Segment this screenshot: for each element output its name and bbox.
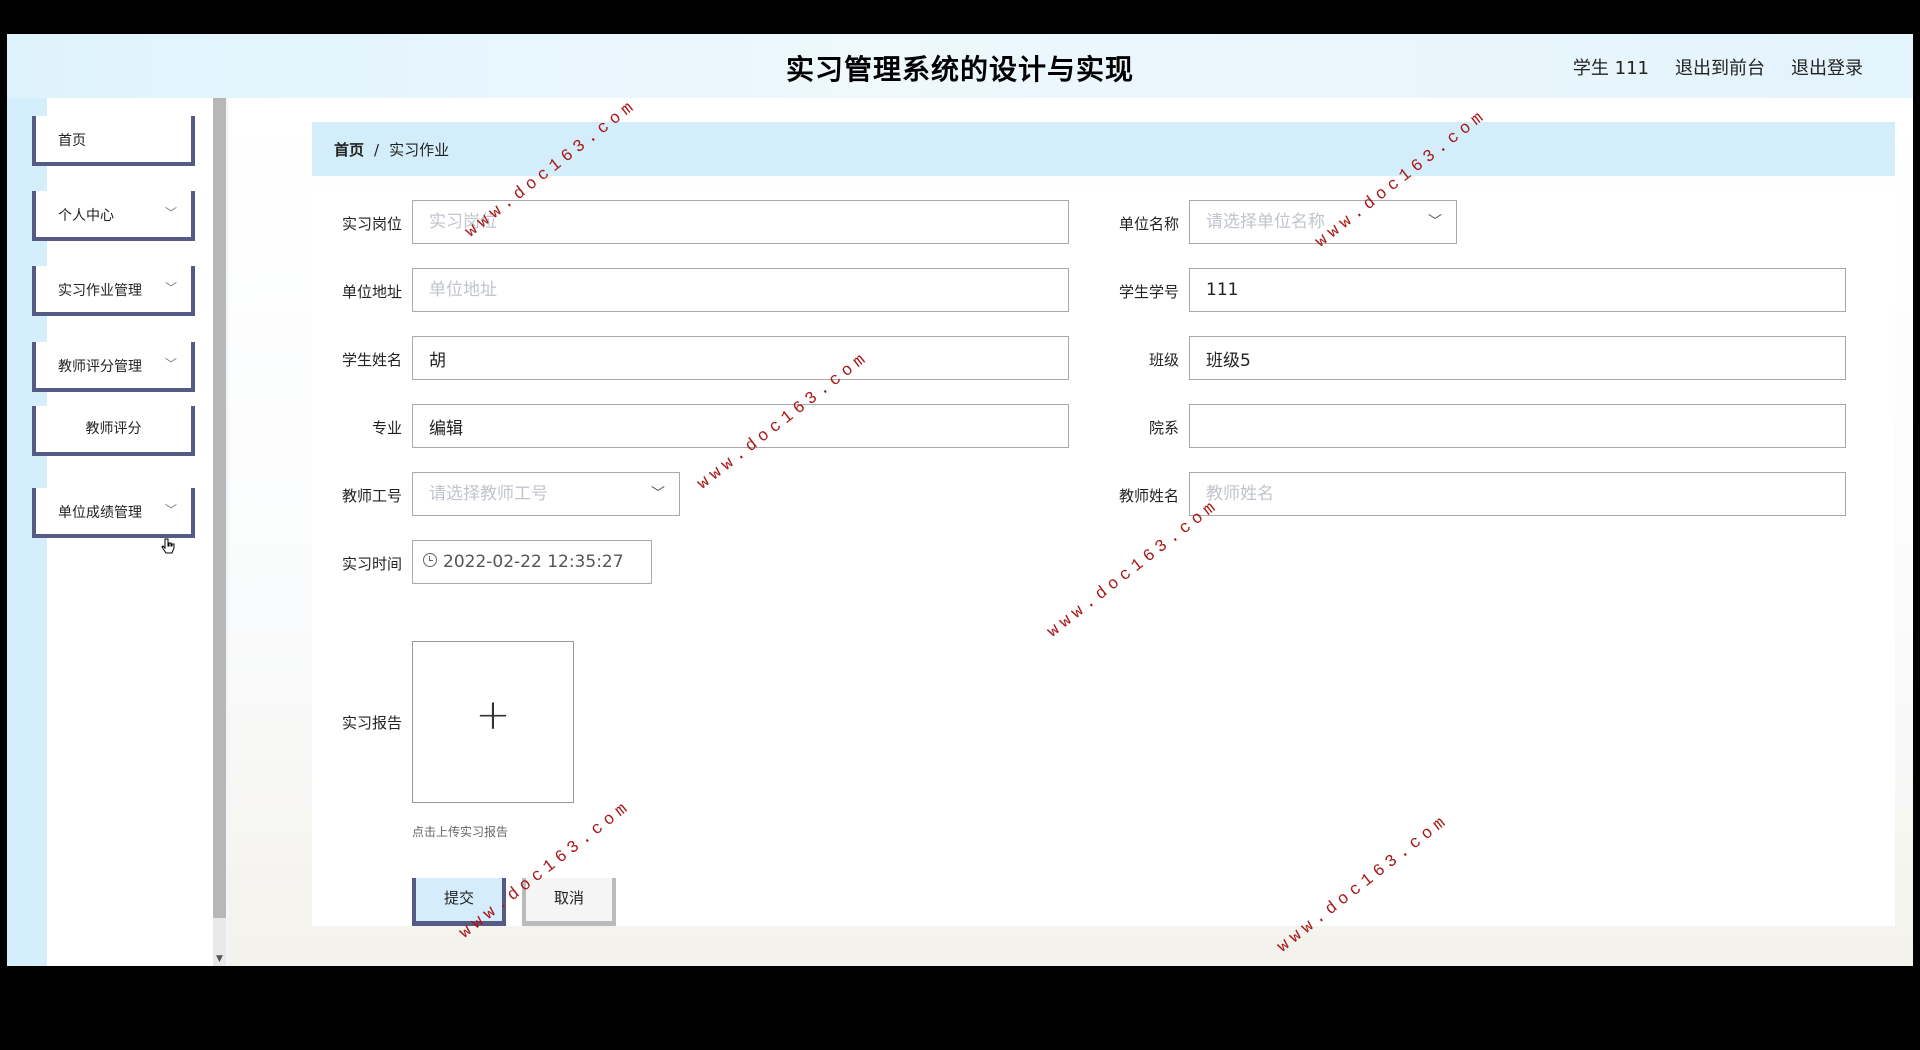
sidebar-scrollbar[interactable]: ▼	[213, 98, 226, 966]
logout-link[interactable]: 退出登录	[1791, 54, 1863, 80]
teacher-name-input[interactable]	[1189, 472, 1846, 516]
chevron-down-icon: ﹀	[164, 357, 177, 371]
breadcrumb-separator: /	[374, 141, 380, 159]
position-label: 实习岗位	[341, 215, 402, 233]
chevron-down-icon: ﹀	[164, 281, 177, 295]
scroll-down-icon[interactable]: ▼	[213, 954, 226, 964]
sidebar-item-label: 教师评分	[85, 421, 142, 437]
department-input[interactable]	[1189, 404, 1846, 448]
teacher-no-label: 教师工号	[341, 487, 402, 505]
breadcrumb-current: 实习作业	[389, 141, 450, 159]
sidebar-item-label: 个人中心	[58, 208, 114, 224]
plus-icon: +	[475, 690, 511, 739]
clock-icon	[423, 553, 437, 567]
sidebar-item-home[interactable]: 首页	[32, 116, 195, 166]
sidebar-item-label: 教师评分管理	[58, 359, 142, 375]
unit-name-placeholder: 请选择单位名称	[1206, 212, 1325, 232]
sidebar-item-label: 首页	[58, 133, 86, 149]
unit-address-label: 单位地址	[341, 283, 402, 301]
chevron-down-icon: ﹀	[1428, 214, 1442, 230]
student-name-label: 学生姓名	[341, 351, 402, 369]
teacher-no-select[interactable]: 请选择教师工号 ﹀	[412, 472, 680, 516]
student-name-input[interactable]	[412, 336, 1069, 380]
unit-name-label: 单位名称	[1118, 215, 1179, 233]
report-label: 实习报告	[341, 714, 402, 732]
sidebar-item-personal-center[interactable]: 个人中心 ﹀	[32, 191, 195, 241]
sidebar-item-label: 实习作业管理	[58, 283, 142, 299]
sidebar-item-homework-management[interactable]: 实习作业管理 ﹀	[32, 266, 195, 316]
breadcrumb-home[interactable]: 首页	[334, 141, 364, 159]
teacher-no-placeholder: 请选择教师工号	[429, 484, 548, 504]
intern-time-value: 2022-02-22 12:35:27	[443, 552, 624, 572]
teacher-name-label: 教师姓名	[1118, 487, 1179, 505]
current-user: 学生 111	[1572, 58, 1649, 79]
class-label: 班级	[1148, 351, 1179, 369]
sidebar-item-unit-score-management[interactable]: 单位成绩管理 ﹀	[32, 488, 195, 538]
major-label: 专业	[371, 419, 402, 437]
hand-cursor-icon	[161, 538, 175, 554]
sidebar-item-label: 单位成绩管理	[58, 505, 142, 521]
sidebar-item-teacher-score-management[interactable]: 教师评分管理 ﹀	[32, 342, 195, 392]
intern-time-label: 实习时间	[341, 555, 402, 573]
homework-form: 实习岗位 单位名称 请选择单位名称 ﹀ 单位地址 学生学号 学生姓名 班级 专业…	[312, 186, 1895, 926]
top-header: 实习管理系统的设计与实现 学生 111 退出到前台 退出登录	[7, 34, 1913, 98]
chevron-down-icon: ﹀	[651, 486, 665, 502]
exit-to-front-link[interactable]: 退出到前台	[1675, 54, 1765, 80]
intern-time-picker[interactable]: 2022-02-22 12:35:27	[412, 540, 652, 584]
department-label: 院系	[1148, 419, 1179, 437]
sidebar: 首页 个人中心 ﹀ 实习作业管理 ﹀ 教师评分管理 ﹀ 教师评分 单位成绩管理 …	[32, 98, 219, 966]
chevron-down-icon: ﹀	[164, 503, 177, 517]
report-upload-area[interactable]: +	[412, 641, 574, 803]
scrollbar-thumb[interactable]	[213, 98, 226, 918]
app-window: 实习管理系统的设计与实现 学生 111 退出到前台 退出登录 首页 个人中心 ﹀…	[7, 34, 1913, 966]
upload-tip: 点击上传实习报告	[412, 825, 509, 839]
class-input[interactable]	[1189, 336, 1846, 380]
chevron-down-icon: ﹀	[164, 206, 177, 220]
sidebar-subitem-teacher-score[interactable]: 教师评分	[32, 406, 195, 456]
student-no-label: 学生学号	[1118, 283, 1179, 301]
unit-address-input[interactable]	[412, 268, 1069, 312]
header-actions: 学生 111 退出到前台 退出登录	[1573, 54, 1863, 80]
student-no-input[interactable]	[1189, 268, 1846, 312]
